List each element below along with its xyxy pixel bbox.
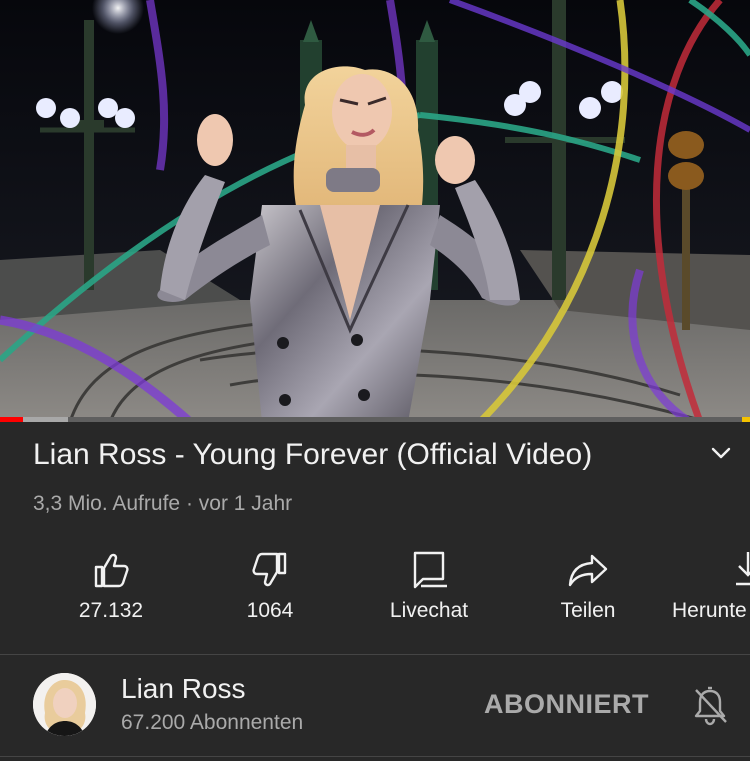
share-arrow-icon <box>566 548 610 592</box>
meta-separator: · <box>185 492 193 515</box>
chevron-down-icon <box>710 446 732 465</box>
channel-name[interactable]: Lian Ross <box>121 672 246 706</box>
thumbs-down-icon <box>248 548 292 592</box>
action-bar: 27.132 1064 Livechat Teilen Herunte <box>0 540 750 640</box>
upload-age: vor 1 Jahr <box>198 492 293 515</box>
section-divider <box>0 654 750 655</box>
progress-bar[interactable] <box>0 417 750 422</box>
livechat-button[interactable]: Livechat <box>354 540 504 640</box>
video-meta: 3,3 Mio. Aufrufe · vor 1 Jahr <box>33 490 292 518</box>
share-button[interactable]: Teilen <box>513 540 663 640</box>
download-label: Herunte <box>672 599 747 622</box>
like-button[interactable]: 27.132 <box>36 540 186 640</box>
view-count: 3,3 Mio. Aufrufe <box>33 492 181 515</box>
like-count: 27.132 <box>78 599 144 622</box>
dislike-button[interactable]: 1064 <box>195 540 345 640</box>
video-frame-image <box>0 0 750 422</box>
download-icon <box>734 548 750 592</box>
subscribed-button[interactable]: ABONNIERT <box>478 684 655 724</box>
expand-description-button[interactable] <box>703 440 739 470</box>
bell-off-icon <box>688 686 732 732</box>
bottom-divider <box>0 756 750 757</box>
download-button[interactable]: Herunte <box>672 540 750 640</box>
livechat-label: Livechat <box>389 599 469 622</box>
video-player[interactable] <box>0 0 750 422</box>
notifications-button[interactable] <box>688 684 732 728</box>
thumbs-up-icon <box>89 548 133 592</box>
share-label: Teilen <box>560 599 616 622</box>
channel-avatar[interactable] <box>33 673 96 736</box>
progress-played <box>0 417 23 422</box>
chat-icon <box>407 548 451 592</box>
dislike-count: 1064 <box>246 599 294 622</box>
subscriber-count: 67.200 Abonnenten <box>121 711 304 734</box>
video-title[interactable]: Lian Ross - Young Forever (Official Vide… <box>33 437 673 473</box>
progress-marker <box>742 417 750 422</box>
